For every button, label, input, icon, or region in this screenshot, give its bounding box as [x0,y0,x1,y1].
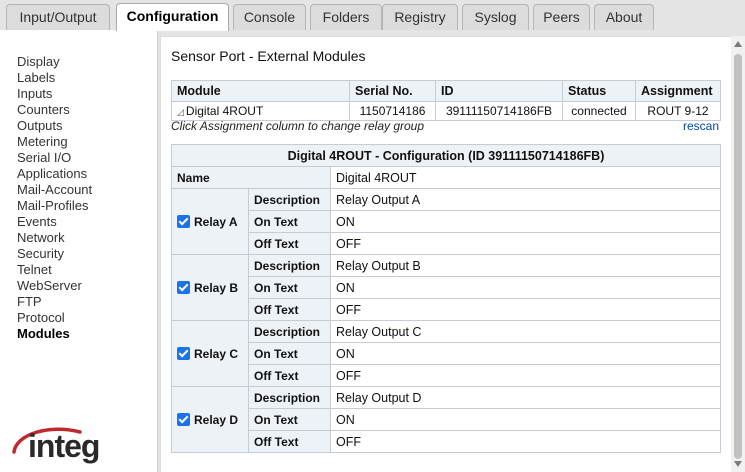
col-id: ID [435,80,563,102]
vertical-scrollbar[interactable] [731,36,745,472]
description-label: Description [248,320,331,343]
sidebar: Display Labels Inputs Counters Outputs M… [0,30,158,472]
on-text-label: On Text [248,276,331,299]
module-cell[interactable]: ◿ Digital 4ROUT [171,101,350,121]
tab-input-output[interactable]: Input/Output [6,4,110,30]
sidebar-item-labels[interactable]: Labels [17,70,92,86]
modules-table-header: Module Serial No. ID Status Assignment [171,80,721,102]
relay-a-cell: Relay A [171,188,249,255]
relay-b-checkbox[interactable] [177,280,190,294]
sidebar-item-outputs[interactable]: Outputs [17,118,92,134]
off-text-label: Off Text [248,430,331,453]
sidebar-item-inputs[interactable]: Inputs [17,86,92,102]
relay-a-checkbox[interactable] [177,214,190,228]
assignment-hint: Click Assignment column to change relay … [171,119,425,133]
scroll-down-arrow-icon[interactable] [734,461,742,467]
modules-table: Module Serial No. ID Status Assignment ◿… [171,80,721,121]
table-row[interactable]: ◿ Digital 4ROUT 1150714186 39111150714186… [171,101,721,121]
tab-console[interactable]: Console [233,4,306,30]
description-label: Description [248,188,331,211]
sidebar-item-serial-io[interactable]: Serial I/O [17,150,92,166]
sidebar-nav: Display Labels Inputs Counters Outputs M… [17,54,92,342]
scroll-up-arrow-icon[interactable] [734,41,742,47]
scroll-thumb[interactable] [734,54,742,459]
integ-logo: integ [10,422,110,472]
rescan-link[interactable]: rescan [683,119,719,133]
sidebar-item-display[interactable]: Display [17,54,92,70]
relay-d-cell: Relay D [171,386,249,453]
relay-d-checkbox[interactable] [177,412,190,426]
relay-a-description[interactable]: Relay Output A [330,188,721,211]
on-text-label: On Text [248,408,331,431]
description-label: Description [248,386,331,409]
sidebar-item-applications[interactable]: Applications [17,166,92,182]
id-cell: 39111150714186FB [435,101,563,121]
col-assignment: Assignment [635,80,721,102]
tab-bar: Input/Output Configuration Console Folde… [0,0,745,31]
on-text-label: On Text [248,342,331,365]
expand-triangle-icon[interactable]: ◿ [177,107,184,117]
sidebar-item-modules[interactable]: Modules [17,326,92,342]
relay-b-label: Relay B [194,280,239,295]
relay-c-checkbox[interactable] [177,346,190,360]
relay-d-on-text[interactable]: ON [330,408,721,431]
sidebar-item-mail-account[interactable]: Mail-Account [17,182,92,198]
off-text-label: Off Text [248,298,331,321]
tab-registry[interactable]: Registry [382,4,458,30]
logo-text: integ [28,428,100,464]
col-module: Module [171,80,350,102]
relay-c-label: Relay C [194,346,239,361]
module-name: Digital 4ROUT [185,104,264,118]
relay-c-cell: Relay C [171,320,249,387]
col-serial: Serial No. [349,80,436,102]
sidebar-item-webserver[interactable]: WebServer [17,278,92,294]
sidebar-item-security[interactable]: Security [17,246,92,262]
relay-c-on-text[interactable]: ON [330,342,721,365]
config-table: Digital 4ROUT - Configuration (ID 391111… [171,144,721,453]
main-content: Sensor Port - External Modules Module Se… [160,36,731,472]
status-cell: connected [562,101,636,121]
assignment-cell[interactable]: ROUT 9-12 [635,101,721,121]
tab-peers[interactable]: Peers [533,4,590,30]
off-text-label: Off Text [248,364,331,387]
serial-cell: 1150714186 [349,101,436,121]
sidebar-item-telnet[interactable]: Telnet [17,262,92,278]
relay-a-off-text[interactable]: OFF [330,232,721,255]
relay-b-on-text[interactable]: ON [330,276,721,299]
relay-a-on-text[interactable]: ON [330,210,721,233]
relay-c-off-text[interactable]: OFF [330,364,721,387]
config-title: Digital 4ROUT - Configuration (ID 391111… [171,144,721,167]
sidebar-item-counters[interactable]: Counters [17,102,92,118]
relay-d-off-text[interactable]: OFF [330,430,721,453]
relay-b-description[interactable]: Relay Output B [330,254,721,277]
description-label: Description [248,254,331,277]
name-label: Name [171,166,331,189]
sidebar-item-events[interactable]: Events [17,214,92,230]
on-text-label: On Text [248,210,331,233]
sidebar-item-protocol[interactable]: Protocol [17,310,92,326]
sidebar-item-metering[interactable]: Metering [17,134,92,150]
sidebar-item-network[interactable]: Network [17,230,92,246]
tab-about[interactable]: About [594,4,654,30]
sidebar-item-ftp[interactable]: FTP [17,294,92,310]
name-value[interactable]: Digital 4ROUT [330,166,721,189]
off-text-label: Off Text [248,232,331,255]
tab-configuration[interactable]: Configuration [116,3,229,31]
tab-folders[interactable]: Folders [310,4,382,30]
tab-syslog[interactable]: Syslog [462,4,529,30]
relay-d-description[interactable]: Relay Output D [330,386,721,409]
page-title: Sensor Port - External Modules [171,48,366,64]
relay-a-label: Relay A [194,214,238,229]
relay-b-cell: Relay B [171,254,249,321]
relay-b-off-text[interactable]: OFF [330,298,721,321]
col-status: Status [562,80,636,102]
relay-d-label: Relay D [194,412,239,427]
relay-c-description[interactable]: Relay Output C [330,320,721,343]
sidebar-item-mail-profiles[interactable]: Mail-Profiles [17,198,92,214]
